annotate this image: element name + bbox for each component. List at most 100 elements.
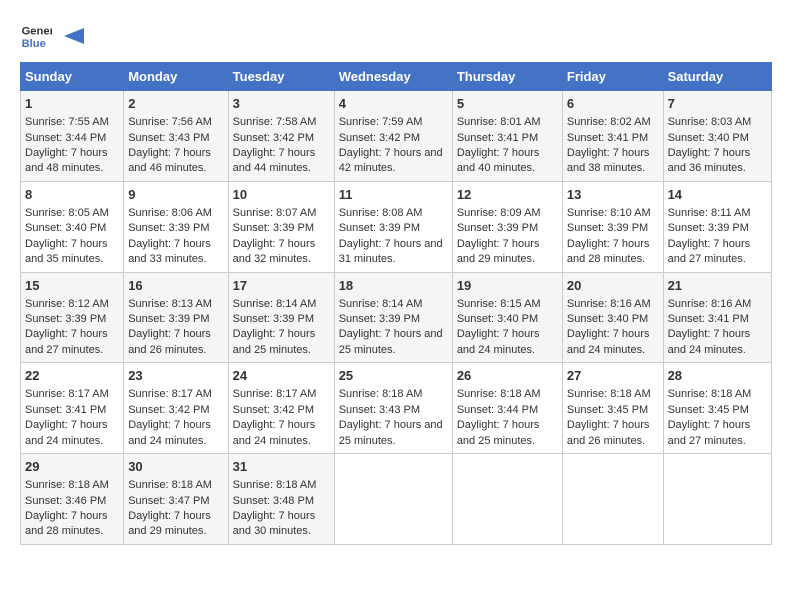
sunset-text: Sunset: 3:40 PM	[25, 221, 119, 236]
day-number: 31	[233, 458, 330, 476]
sunset-text: Sunset: 3:39 PM	[25, 312, 119, 327]
sunset-text: Sunset: 3:43 PM	[339, 403, 448, 418]
day-number: 9	[128, 186, 223, 204]
day-cell: 24Sunrise: 8:17 AMSunset: 3:42 PMDayligh…	[228, 363, 334, 454]
sunset-text: Sunset: 3:44 PM	[25, 131, 119, 146]
day-cell	[663, 454, 771, 545]
day-cell: 7Sunrise: 8:03 AMSunset: 3:40 PMDaylight…	[663, 91, 771, 182]
sunrise-text: Sunrise: 8:18 AM	[25, 478, 119, 493]
sunrise-text: Sunrise: 7:59 AM	[339, 115, 448, 130]
sunset-text: Sunset: 3:39 PM	[233, 312, 330, 327]
sunset-text: Sunset: 3:39 PM	[128, 312, 223, 327]
day-number: 10	[233, 186, 330, 204]
day-number: 4	[339, 95, 448, 113]
day-cell: 31Sunrise: 8:18 AMSunset: 3:48 PMDayligh…	[228, 454, 334, 545]
day-cell: 3Sunrise: 7:58 AMSunset: 3:42 PMDaylight…	[228, 91, 334, 182]
daylight-text: Daylight: 7 hours and 25 minutes.	[457, 418, 558, 449]
sunrise-text: Sunrise: 7:58 AM	[233, 115, 330, 130]
day-number: 23	[128, 367, 223, 385]
day-cell	[452, 454, 562, 545]
week-row-5: 29Sunrise: 8:18 AMSunset: 3:46 PMDayligh…	[21, 454, 772, 545]
day-cell: 20 Sunrise: 8:16 AMSunset: 3:40 PMDayligh…	[562, 272, 663, 363]
day-cell: 16Sunrise: 8:13 AMSunset: 3:39 PMDayligh…	[124, 272, 228, 363]
week-row-1: 1Sunrise: 7:55 AMSunset: 3:44 PMDaylight…	[21, 91, 772, 182]
day-cell: 6Sunrise: 8:02 AMSunset: 3:41 PMDaylight…	[562, 91, 663, 182]
day-number: 21	[668, 277, 767, 295]
sunset-text: Sunset: 3:41 PM	[567, 131, 659, 146]
day-number: 6	[567, 95, 659, 113]
sunrise-text: Sunrise: 8:15 AM	[457, 297, 558, 312]
sunset-text: Sunset: 3:40 PM	[567, 312, 659, 327]
sunrise-text: Sunrise: 8:17 AM	[25, 387, 119, 402]
sunset-text: Sunset: 3:40 PM	[457, 312, 558, 327]
sunrise-text: Sunrise: 8:18 AM	[339, 387, 448, 402]
daylight-text: Daylight: 7 hours and 27 minutes.	[668, 418, 767, 449]
day-cell: 27Sunrise: 8:18 AMSunset: 3:45 PMDayligh…	[562, 363, 663, 454]
daylight-text: Daylight: 7 hours and 38 minutes.	[567, 146, 659, 177]
sunset-text: Sunset: 3:39 PM	[128, 221, 223, 236]
sunset-text: Sunset: 3:48 PM	[233, 494, 330, 509]
daylight-text: Daylight: 7 hours and 24 minutes.	[233, 418, 330, 449]
sunset-text: Sunset: 3:45 PM	[567, 403, 659, 418]
sunset-text: Sunset: 3:40 PM	[668, 131, 767, 146]
daylight-text: Daylight: 7 hours and 26 minutes.	[128, 327, 223, 358]
calendar-table: SundayMondayTuesdayWednesdayThursdayFrid…	[20, 62, 772, 545]
daylight-text: Daylight: 7 hours and 40 minutes.	[457, 146, 558, 177]
header-saturday: Saturday	[663, 63, 771, 91]
day-cell: 2Sunrise: 7:56 AMSunset: 3:43 PMDaylight…	[124, 91, 228, 182]
day-cell: 26Sunrise: 8:18 AMSunset: 3:44 PMDayligh…	[452, 363, 562, 454]
week-row-2: 8Sunrise: 8:05 AMSunset: 3:40 PMDaylight…	[21, 181, 772, 272]
sunrise-text: Sunrise: 8:14 AM	[233, 297, 330, 312]
daylight-text: Daylight: 7 hours and 24 minutes.	[567, 327, 659, 358]
daylight-text: Daylight: 7 hours and 44 minutes.	[233, 146, 330, 177]
logo-icon: General Blue	[20, 20, 52, 52]
sunrise-text: Sunrise: 8:17 AM	[233, 387, 330, 402]
week-row-4: 22Sunrise: 8:17 AMSunset: 3:41 PMDayligh…	[21, 363, 772, 454]
daylight-text: Daylight: 7 hours and 25 minutes.	[233, 327, 330, 358]
sunrise-text: Sunrise: 8:11 AM	[668, 206, 767, 221]
sunrise-text: Sunrise: 8:05 AM	[25, 206, 119, 221]
daylight-text: Daylight: 7 hours and 24 minutes.	[25, 418, 119, 449]
day-number: 20	[567, 277, 659, 295]
sunrise-text: Sunrise: 8:16 AM	[567, 297, 659, 312]
svg-text:General: General	[22, 25, 52, 37]
daylight-text: Daylight: 7 hours and 25 minutes.	[339, 327, 448, 358]
sunset-text: Sunset: 3:44 PM	[457, 403, 558, 418]
day-number: 12	[457, 186, 558, 204]
sunrise-text: Sunrise: 7:56 AM	[128, 115, 223, 130]
sunset-text: Sunset: 3:41 PM	[457, 131, 558, 146]
logo: General Blue	[20, 20, 84, 52]
daylight-text: Daylight: 7 hours and 33 minutes.	[128, 237, 223, 268]
day-cell: 21Sunrise: 8:16 AMSunset: 3:41 PMDayligh…	[663, 272, 771, 363]
sunset-text: Sunset: 3:39 PM	[668, 221, 767, 236]
day-cell: 25Sunrise: 8:18 AMSunset: 3:43 PMDayligh…	[334, 363, 452, 454]
day-number: 13	[567, 186, 659, 204]
daylight-text: Daylight: 7 hours and 25 minutes.	[339, 418, 448, 449]
svg-text:Blue: Blue	[22, 38, 46, 50]
day-number: 3	[233, 95, 330, 113]
daylight-text: Daylight: 7 hours and 31 minutes.	[339, 237, 448, 268]
day-cell	[562, 454, 663, 545]
day-number: 5	[457, 95, 558, 113]
sunset-text: Sunset: 3:41 PM	[25, 403, 119, 418]
day-number: 26	[457, 367, 558, 385]
calendar-header-row: SundayMondayTuesdayWednesdayThursdayFrid…	[21, 63, 772, 91]
sunset-text: Sunset: 3:47 PM	[128, 494, 223, 509]
day-cell: 30Sunrise: 8:18 AMSunset: 3:47 PMDayligh…	[124, 454, 228, 545]
sunrise-text: Sunrise: 8:01 AM	[457, 115, 558, 130]
day-cell: 12Sunrise: 8:09 AMSunset: 3:39 PMDayligh…	[452, 181, 562, 272]
sunrise-text: Sunrise: 8:18 AM	[567, 387, 659, 402]
day-number: 19	[457, 277, 558, 295]
day-number: 15	[25, 277, 119, 295]
day-number: 1	[25, 95, 119, 113]
day-cell: 10Sunrise: 8:07 AMSunset: 3:39 PMDayligh…	[228, 181, 334, 272]
daylight-text: Daylight: 7 hours and 32 minutes.	[233, 237, 330, 268]
day-number: 14	[668, 186, 767, 204]
day-cell: 11Sunrise: 8:08 AMSunset: 3:39 PMDayligh…	[334, 181, 452, 272]
sunset-text: Sunset: 3:41 PM	[668, 312, 767, 327]
sunrise-text: Sunrise: 8:16 AM	[668, 297, 767, 312]
sunrise-text: Sunrise: 8:10 AM	[567, 206, 659, 221]
sunrise-text: Sunrise: 8:18 AM	[128, 478, 223, 493]
sunset-text: Sunset: 3:46 PM	[25, 494, 119, 509]
sunset-text: Sunset: 3:39 PM	[339, 312, 448, 327]
